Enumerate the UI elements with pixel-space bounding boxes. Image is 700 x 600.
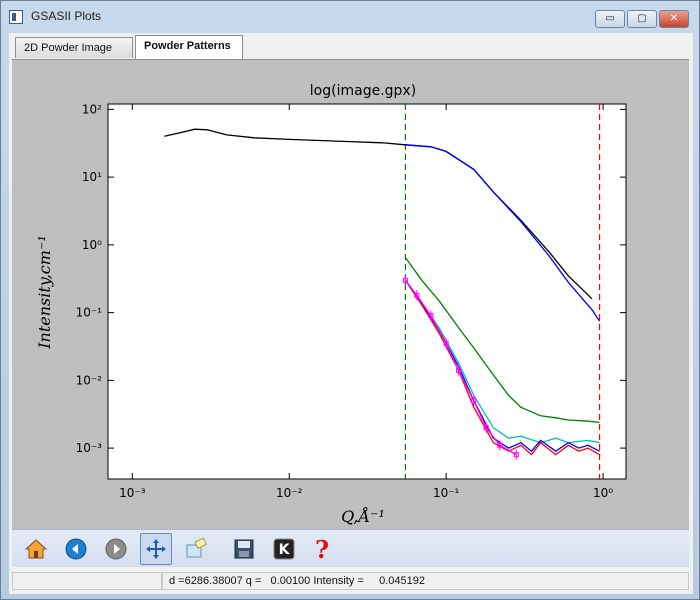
title-bar[interactable]: GSASII Plots ▭ ▢ ✕ [1,1,699,33]
status-readout: d =6286.38007 q = 0.00100 Intensity = 0.… [162,572,689,590]
zoom-icon [186,537,207,558]
minimize-button[interactable]: ▭ [595,10,625,28]
home-icon [24,539,48,559]
y-tick-label-1: 10⁻² [76,373,103,387]
key-button[interactable]: K [268,533,300,565]
help-icon: ? [315,537,329,561]
status-bar: d =6286.38007 q = 0.00100 Intensity = 0.… [12,570,689,592]
y-tick-label-0: 10⁻³ [76,441,103,455]
forward-icon [105,538,127,560]
zoom-button[interactable] [180,533,212,565]
x-tick-label-3: 10⁰ [593,486,613,500]
back-button[interactable] [60,533,92,565]
forward-button[interactable] [100,533,132,565]
x-tick-label-2: 10⁻¹ [433,486,460,500]
home-button[interactable] [20,533,52,565]
x-tick-label-1: 10⁻² [276,486,303,500]
y-tick-label-4: 10¹ [82,170,102,184]
client-area: 2D Powder Image Powder Patterns 10⁻³ 10⁻²… [9,33,693,594]
save-icon [234,539,254,559]
help-button[interactable]: ? [306,533,338,565]
tab-2d-powder-image[interactable]: 2D Powder Image [15,37,133,58]
save-button[interactable] [228,533,260,565]
y-tick-label-5: 10² [82,102,102,116]
status-left-field [12,572,162,590]
back-icon [65,538,87,560]
tab-strip: 2D Powder Image Powder Patterns [9,33,693,59]
plot-figure[interactable]: 10⁻³ 10⁻² 10⁻¹ 10⁰ 10⁻³ 10⁻² 10⁻¹ 10⁰ 10¹ 10² lo… [12,59,689,529]
plot-title: log(image.gpx) [310,83,416,99]
tab-powder-patterns[interactable]: Powder Patterns [135,35,243,59]
app-icon [9,10,23,24]
y-axis-label: Intensity,cm⁻¹ [35,235,54,350]
close-button[interactable]: ✕ [659,10,689,28]
gsas-plot-window: GSASII Plots ▭ ▢ ✕ 2D Powder Image Powde… [0,0,700,600]
x-tick-label-0: 10⁻³ [119,486,146,500]
window-title: GSASII Plots [31,9,102,23]
plot-area[interactable] [107,103,627,480]
y-tick-label-2: 10⁻¹ [76,306,103,320]
svg-text:?: ? [315,537,329,561]
pan-button[interactable] [140,533,172,565]
svg-text:K: K [279,542,291,558]
pan-icon [146,539,166,559]
maximize-button[interactable]: ▢ [627,10,657,28]
key-icon: K [273,538,295,560]
plot-canvas[interactable]: 10⁻³ 10⁻² 10⁻¹ 10⁰ 10⁻³ 10⁻² 10⁻¹ 10⁰ 10¹ 10² lo… [12,60,689,530]
x-axis-label: Q,Å⁻¹ [341,506,385,526]
plot-toolbar: K ? [12,529,689,567]
y-tick-label-3: 10⁰ [82,238,102,252]
